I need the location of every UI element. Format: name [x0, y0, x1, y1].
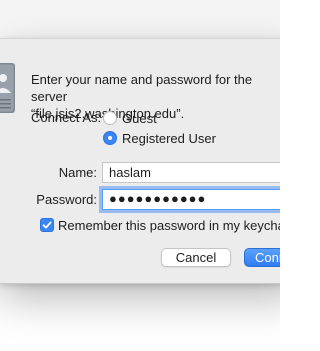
name-field[interactable]: haslam [102, 162, 280, 183]
server-icon [0, 63, 16, 115]
password-label: Password: [36, 192, 97, 207]
name-label: Name: [58, 165, 97, 180]
remember-password-checkbox[interactable]: Remember this password in my keychain [40, 217, 280, 233]
login-dialog: Enter your name and password for the ser… [0, 38, 280, 284]
connect-button[interactable]: Conn [244, 248, 280, 267]
radio-guest[interactable]: Guest [103, 110, 157, 126]
checkmark-icon [42, 221, 52, 229]
screen: Enter your name and password for the ser… [0, 0, 280, 351]
cancel-button[interactable]: Cancel [161, 248, 231, 267]
checkbox-box[interactable] [40, 218, 54, 232]
connect-as-label: Connect As: [31, 110, 102, 125]
radio-registered-user-label: Registered User [122, 130, 216, 146]
radio-guest-label: Guest [122, 110, 157, 126]
name-field-value: haslam [109, 165, 151, 180]
radio-registered-user-button[interactable] [103, 131, 117, 145]
radio-registered-user[interactable]: Registered User [103, 130, 216, 146]
remember-password-label: Remember this password in my keychain [58, 217, 280, 233]
password-field[interactable]: ●●●●●●●●●●● [102, 189, 280, 210]
radio-guest-button[interactable] [103, 111, 117, 125]
password-field-value: ●●●●●●●●●●● [109, 191, 207, 206]
